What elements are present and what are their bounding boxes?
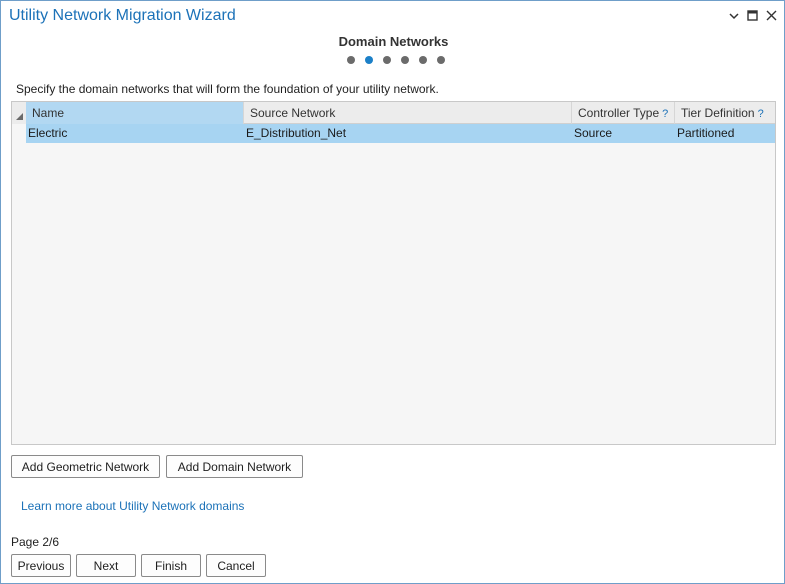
- step-title: Domain Networks: [338, 34, 449, 49]
- window-controls: [727, 7, 778, 24]
- step-dot-4: [401, 56, 409, 64]
- column-header-ctrl-label: Controller Type: [578, 106, 660, 120]
- table-row[interactable]: Electric E_Distribution_Net Source Parti…: [12, 124, 775, 143]
- next-button[interactable]: Next: [76, 554, 136, 577]
- step-dot-2: [365, 56, 373, 64]
- chevron-down-icon[interactable]: [727, 7, 740, 24]
- step-dot-6: [437, 56, 445, 64]
- column-header-tier-label: Tier Definition: [681, 106, 755, 120]
- row-selector[interactable]: [12, 124, 26, 143]
- controller-type-help-icon[interactable]: ?: [662, 108, 668, 120]
- step-dot-3: [383, 56, 391, 64]
- column-header-source-label: Source Network: [250, 106, 336, 120]
- grid-header: Name Source Network Controller Type? Tie…: [12, 102, 775, 124]
- column-header-name-label: Name: [32, 106, 65, 120]
- maximize-icon[interactable]: [746, 7, 759, 24]
- finish-button[interactable]: Finish: [141, 554, 201, 577]
- column-header-tier-definition[interactable]: Tier Definition?: [675, 102, 775, 124]
- add-domain-network-button[interactable]: Add Domain Network: [166, 455, 303, 478]
- corner-triangle-icon: [16, 113, 23, 120]
- column-header-controller-type[interactable]: Controller Type?: [572, 102, 675, 124]
- cell-name[interactable]: Electric: [26, 124, 244, 143]
- cell-controller-type[interactable]: Source: [572, 124, 675, 143]
- cancel-button[interactable]: Cancel: [206, 554, 266, 577]
- select-all-corner[interactable]: [12, 102, 26, 124]
- instructions: Specify the domain networks that will fo…: [16, 82, 439, 96]
- step-progress: [347, 56, 445, 64]
- step-dot-5: [419, 56, 427, 64]
- previous-button[interactable]: Previous: [11, 554, 71, 577]
- wizard-window: Utility Network Migration Wizard Domain …: [0, 0, 785, 584]
- page-indicator: Page 2/6: [11, 535, 60, 549]
- close-icon[interactable]: [765, 7, 778, 24]
- add-geometric-network-button[interactable]: Add Geometric Network: [11, 455, 160, 478]
- cell-source-network[interactable]: E_Distribution_Net: [244, 124, 572, 143]
- column-header-name[interactable]: Name: [26, 102, 244, 124]
- tier-definition-help-icon[interactable]: ?: [758, 108, 764, 120]
- column-header-source-network[interactable]: Source Network: [244, 102, 572, 124]
- domain-networks-grid[interactable]: Name Source Network Controller Type? Tie…: [11, 101, 776, 445]
- cell-tier-definition[interactable]: Partitioned: [675, 124, 775, 143]
- step-dot-1: [347, 56, 355, 64]
- learn-more-link[interactable]: Learn more about Utility Network domains: [21, 499, 244, 513]
- window-title: Utility Network Migration Wizard: [9, 7, 236, 24]
